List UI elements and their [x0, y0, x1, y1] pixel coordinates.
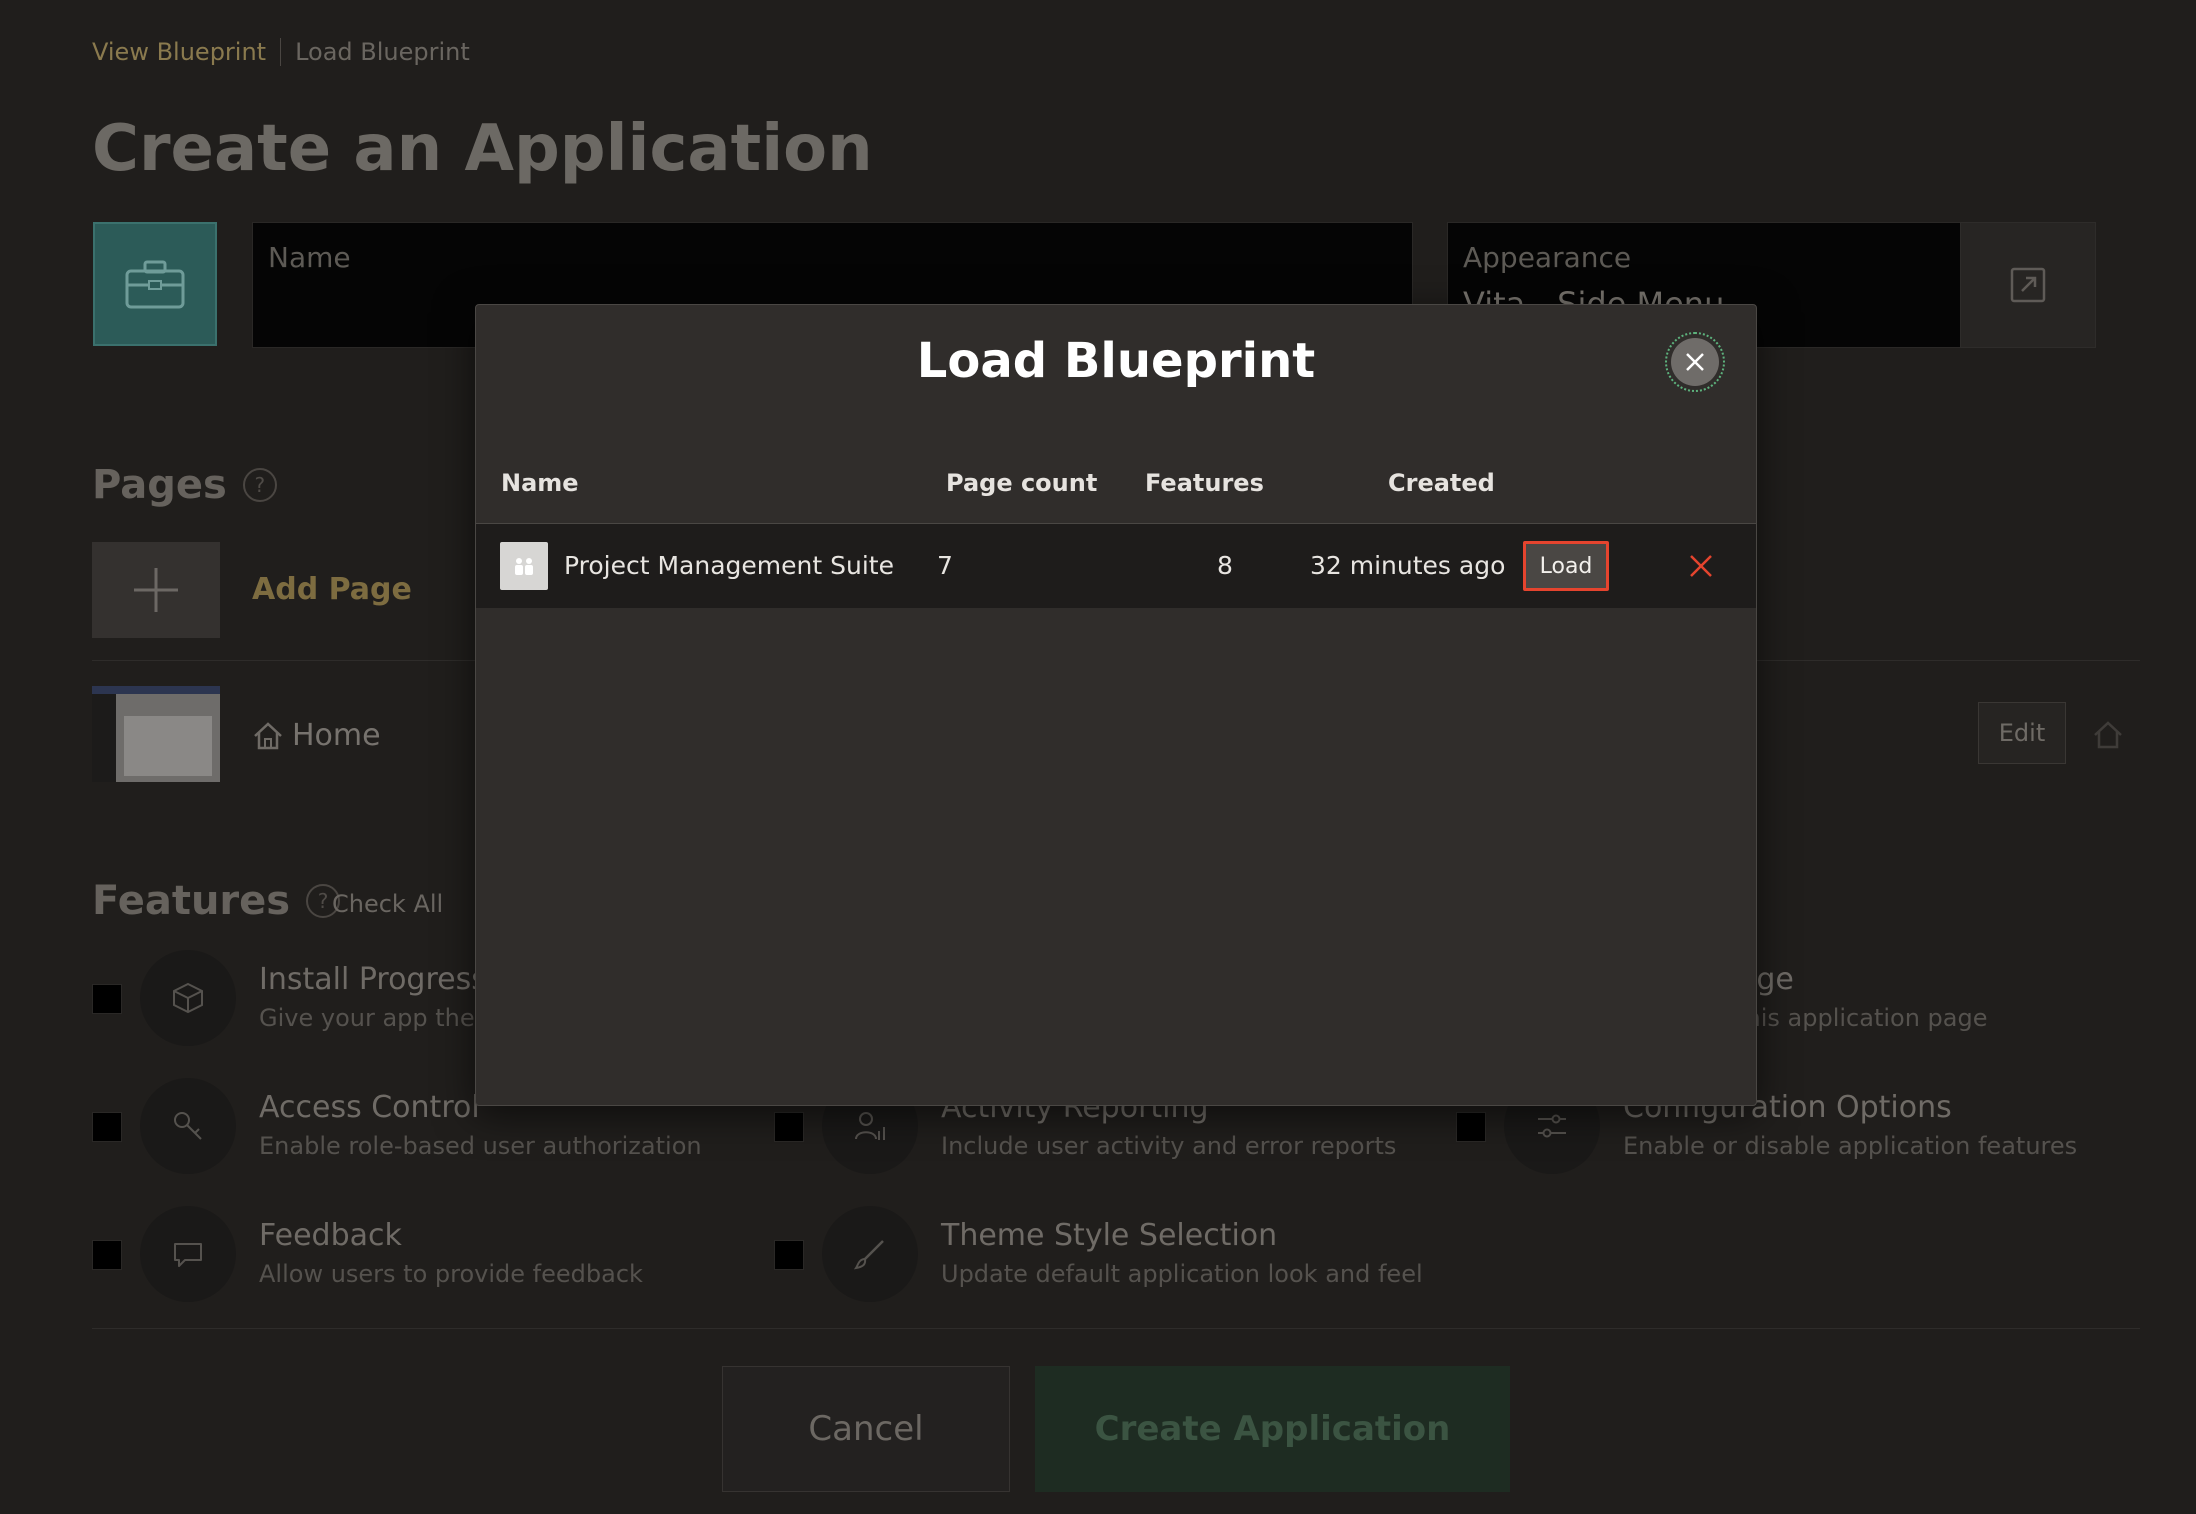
- feature-checkbox[interactable]: [92, 1112, 122, 1142]
- feature-checkbox[interactable]: [774, 1112, 804, 1142]
- delete-x-icon: [1690, 555, 1712, 577]
- create-application-button[interactable]: Create Application: [1035, 1366, 1510, 1492]
- add-page-link[interactable]: Add Page: [252, 572, 412, 607]
- app-icon-button[interactable]: [93, 222, 217, 346]
- appearance-label: Appearance: [1463, 241, 1632, 274]
- blueprint-page-count: 7: [937, 551, 953, 580]
- blueprint-icon: [500, 542, 548, 590]
- edit-home-button[interactable]: Edit: [1978, 702, 2066, 764]
- breadcrumb-current: Load Blueprint: [295, 38, 470, 66]
- feature-feedback: Feedback Allow users to provide feedback: [92, 1206, 712, 1302]
- feature-title: Theme Style Selection: [941, 1218, 1278, 1253]
- breadcrumb-link-view-blueprint[interactable]: View Blueprint: [92, 38, 266, 66]
- plus-icon: [134, 568, 178, 612]
- key-icon: [140, 1078, 236, 1174]
- pages-heading: Pages ?: [92, 462, 277, 508]
- briefcase-icon: [125, 260, 185, 309]
- table-row: Project Management Suite 7 8 32 minutes …: [476, 524, 1756, 608]
- breadcrumb-separator: [280, 38, 282, 66]
- appearance-change-button[interactable]: [1960, 222, 2096, 348]
- brush-icon: [822, 1206, 918, 1302]
- external-open-icon: [2010, 267, 2046, 303]
- home-page-thumbnail: [92, 686, 220, 782]
- feature-theme-style-selection: Theme Style Selection Update default app…: [774, 1206, 1423, 1302]
- feature-title: Feedback: [259, 1218, 402, 1253]
- blueprint-created: 32 minutes ago: [1310, 551, 1506, 580]
- cancel-button[interactable]: Cancel: [722, 1366, 1010, 1492]
- home-page-label: Home: [292, 718, 381, 753]
- home-icon: [254, 721, 282, 749]
- divider: [92, 1328, 2140, 1329]
- pages-heading-text: Pages: [92, 462, 227, 508]
- load-blueprint-dialog: Load Blueprint Name Page count Features …: [475, 304, 1757, 1106]
- column-header-name[interactable]: Name: [501, 469, 579, 497]
- feature-checkbox[interactable]: [92, 984, 122, 1014]
- page-title: Create an Application: [92, 112, 873, 186]
- feature-checkbox[interactable]: [1456, 1112, 1486, 1142]
- home-page-item[interactable]: Home: [252, 718, 381, 753]
- column-header-created[interactable]: Created: [1388, 469, 1495, 497]
- name-input-label: Name: [268, 241, 351, 274]
- comment-icon: [140, 1206, 236, 1302]
- blueprint-features: 8: [1217, 551, 1233, 580]
- features-heading-text: Features: [92, 878, 291, 924]
- feature-description: Enable or disable application features: [1623, 1132, 2078, 1160]
- close-icon: [1686, 353, 1704, 371]
- feature-description: Update default application look and feel: [941, 1260, 1423, 1288]
- load-button[interactable]: Load: [1523, 541, 1609, 591]
- add-page-tile[interactable]: [92, 542, 220, 638]
- delete-blueprint-button[interactable]: [1687, 552, 1715, 580]
- column-header-features[interactable]: Features: [1145, 469, 1264, 497]
- feature-title: Access Control: [259, 1090, 480, 1125]
- breadcrumb: View Blueprint Load Blueprint: [92, 38, 470, 66]
- dialog-title: Load Blueprint: [916, 333, 1316, 389]
- blueprint-name: Project Management Suite: [564, 551, 894, 580]
- feature-description: Enable role-based user authorization: [259, 1132, 702, 1160]
- features-heading: Features ?: [92, 878, 341, 924]
- column-header-page-count[interactable]: Page count: [946, 469, 1097, 497]
- cube-icon: [140, 950, 236, 1046]
- pages-help-icon[interactable]: ?: [242, 468, 277, 502]
- dialog-close-button[interactable]: [1665, 332, 1725, 392]
- feature-description: Allow users to provide feedback: [259, 1260, 643, 1288]
- feature-description: Include user activity and error reports: [941, 1132, 1397, 1160]
- check-all-link[interactable]: Check All: [332, 890, 443, 918]
- home-page-indicator-icon: [2094, 721, 2122, 749]
- feature-checkbox[interactable]: [92, 1240, 122, 1270]
- create-application-page: View Blueprint Load Blueprint Create an …: [0, 0, 2196, 1514]
- feature-checkbox[interactable]: [774, 1240, 804, 1270]
